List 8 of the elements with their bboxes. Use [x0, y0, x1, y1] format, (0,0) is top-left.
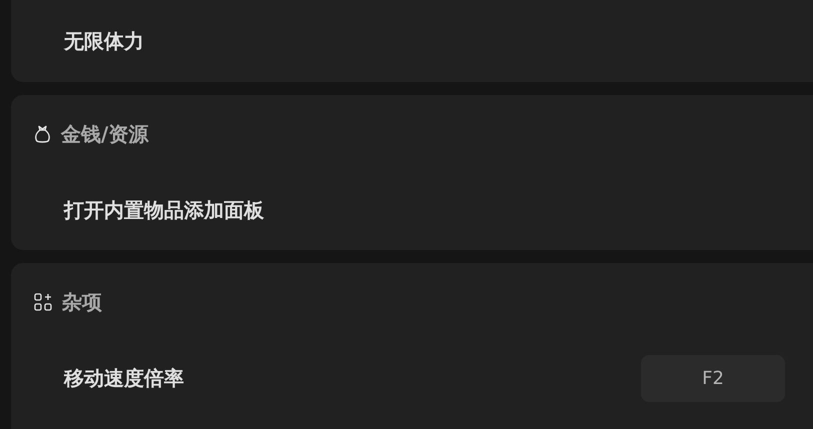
setting-label: 移动速度倍率 [64, 365, 185, 392]
apps-icon [34, 293, 52, 311]
section-title: 杂项 [62, 289, 102, 316]
setting-label: 打开内置物品添加面板 [64, 197, 265, 224]
section-title: 金钱/资源 [61, 121, 148, 148]
hotkey-button[interactable]: F2 [641, 354, 785, 402]
money-bag-icon [34, 124, 51, 144]
setting-label: 无限体力 [64, 28, 145, 55]
